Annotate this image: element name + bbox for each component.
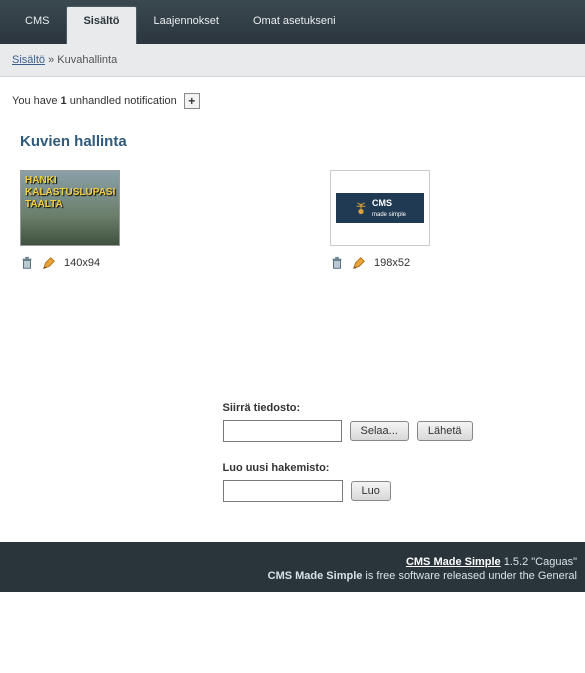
palm-icon <box>354 201 368 215</box>
top-nav: CMS Sisältö Laajennokset Omat asetukseni <box>0 0 585 44</box>
thumb-overlay-text: TAALTA <box>25 199 63 210</box>
page-title: Kuvien hallinta <box>0 115 585 158</box>
upload-submit-button[interactable]: Lähetä <box>417 421 473 441</box>
tab-cms[interactable]: CMS <box>8 0 66 44</box>
forms-area: Siirrä tiedosto: Selaa... Lähetä Luo uus… <box>113 402 473 502</box>
breadcrumb: Sisältö » Kuvahallinta <box>0 44 585 77</box>
tab-sisalto[interactable]: Sisältö <box>66 6 136 44</box>
thumb-overlay-text: KALASTUSLUPASI <box>25 187 115 198</box>
thumb-item: HANKI KALASTUSLUPASI TAALTA 140x94 <box>20 170 170 270</box>
thumb-tag: made simple <box>372 212 406 218</box>
pencil-icon[interactable] <box>42 256 56 270</box>
footer-license-text: is free software released under the Gene… <box>362 570 577 582</box>
thumb-overlay-text: HANKI <box>25 175 57 186</box>
breadcrumb-parent[interactable]: Sisältö <box>12 54 45 66</box>
pencil-icon[interactable] <box>352 256 366 270</box>
image-gallery: HANKI KALASTUSLUPASI TAALTA 140x94 CMS <box>0 158 585 282</box>
notification-bar: You have 1 unhandled notification + <box>0 77 585 115</box>
thumb-dimensions: 198x52 <box>374 257 410 269</box>
breadcrumb-sep: » <box>48 54 54 66</box>
breadcrumb-current: Kuvahallinta <box>57 54 117 66</box>
notif-suffix: unhandled notification <box>67 95 177 107</box>
upload-label: Siirrä tiedosto: <box>223 402 473 414</box>
mkdir-label: Luo uusi hakemisto: <box>223 462 473 474</box>
footer-version: 1.5.2 "Caguas" <box>501 556 577 568</box>
mkdir-submit-button[interactable]: Luo <box>351 481 391 501</box>
footer-product-link[interactable]: CMS Made Simple <box>406 556 501 568</box>
file-input[interactable] <box>223 420 342 442</box>
footer-product-name: CMS Made Simple <box>268 570 363 582</box>
trash-icon[interactable] <box>330 256 344 270</box>
trash-icon[interactable] <box>20 256 34 270</box>
upload-form: Siirrä tiedosto: Selaa... Lähetä <box>223 402 473 442</box>
dirname-input[interactable] <box>223 480 343 502</box>
thumb-image[interactable]: HANKI KALASTUSLUPASI TAALTA <box>20 170 120 246</box>
thumb-brand: CMS <box>372 198 392 208</box>
mkdir-form: Luo uusi hakemisto: Luo <box>223 462 473 502</box>
thumb-image[interactable]: CMS made simple <box>330 170 430 246</box>
tab-omat[interactable]: Omat asetukseni <box>236 0 353 44</box>
browse-button[interactable]: Selaa... <box>350 421 409 441</box>
thumb-item: CMS made simple 198x52 <box>330 170 480 270</box>
notif-prefix: You have <box>12 95 61 107</box>
thumb-dimensions: 140x94 <box>64 257 100 269</box>
footer: CMS Made Simple 1.5.2 "Caguas" CMS Made … <box>0 542 585 592</box>
tab-laajennokset[interactable]: Laajennokset <box>137 0 236 44</box>
notif-expand-button[interactable]: + <box>184 93 200 109</box>
